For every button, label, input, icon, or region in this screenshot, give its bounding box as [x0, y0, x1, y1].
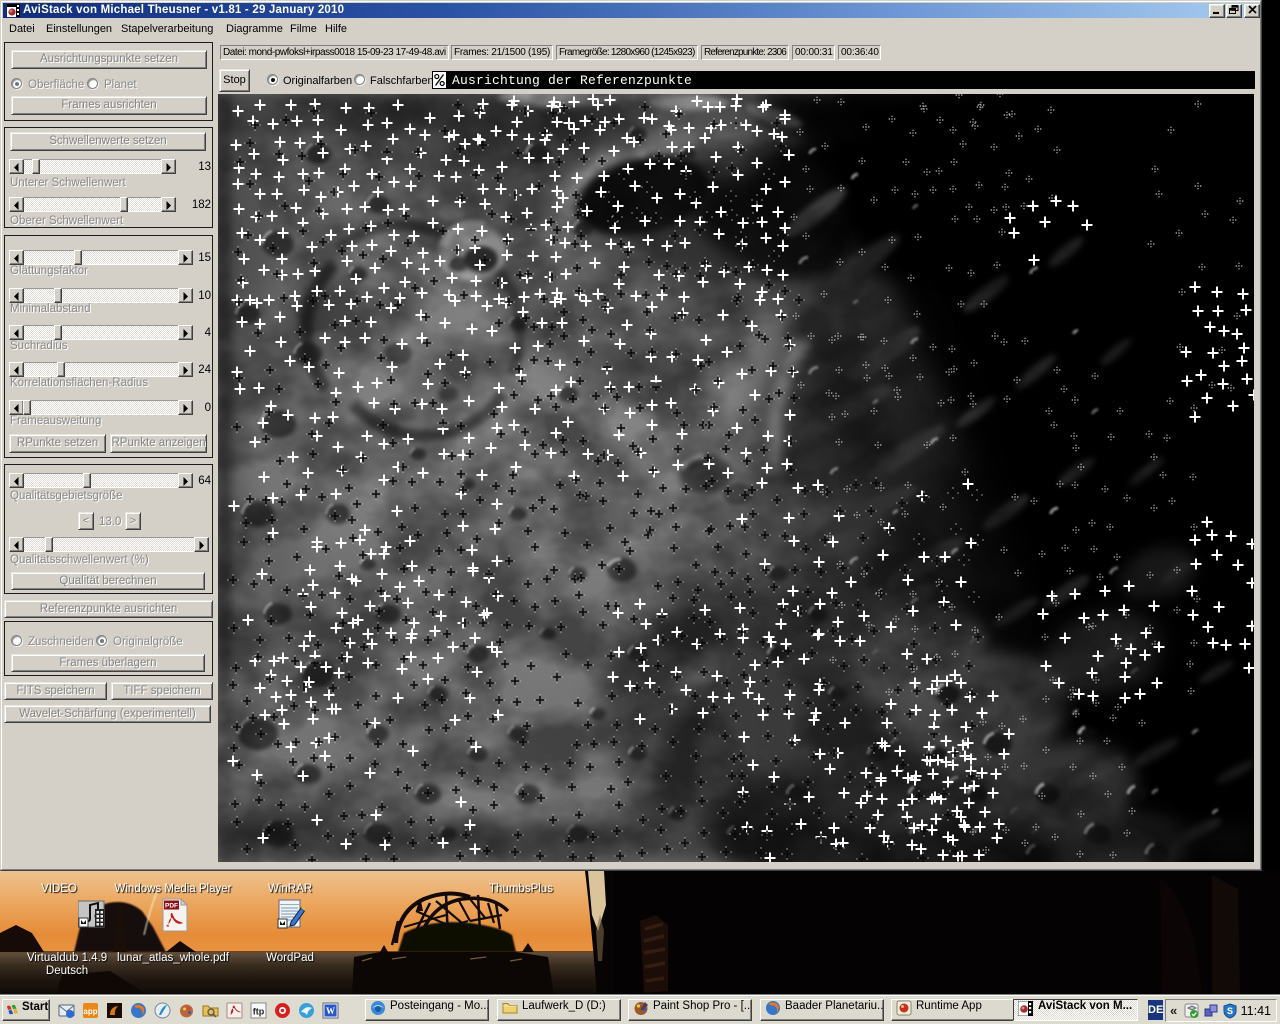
svg-text:S: S [1227, 1006, 1233, 1016]
svg-text:PDF: PDF [165, 903, 178, 910]
svg-text:W: W [326, 1006, 335, 1016]
svg-text:app: app [83, 1007, 97, 1016]
svg-text:ftp: ftp [253, 1007, 265, 1017]
